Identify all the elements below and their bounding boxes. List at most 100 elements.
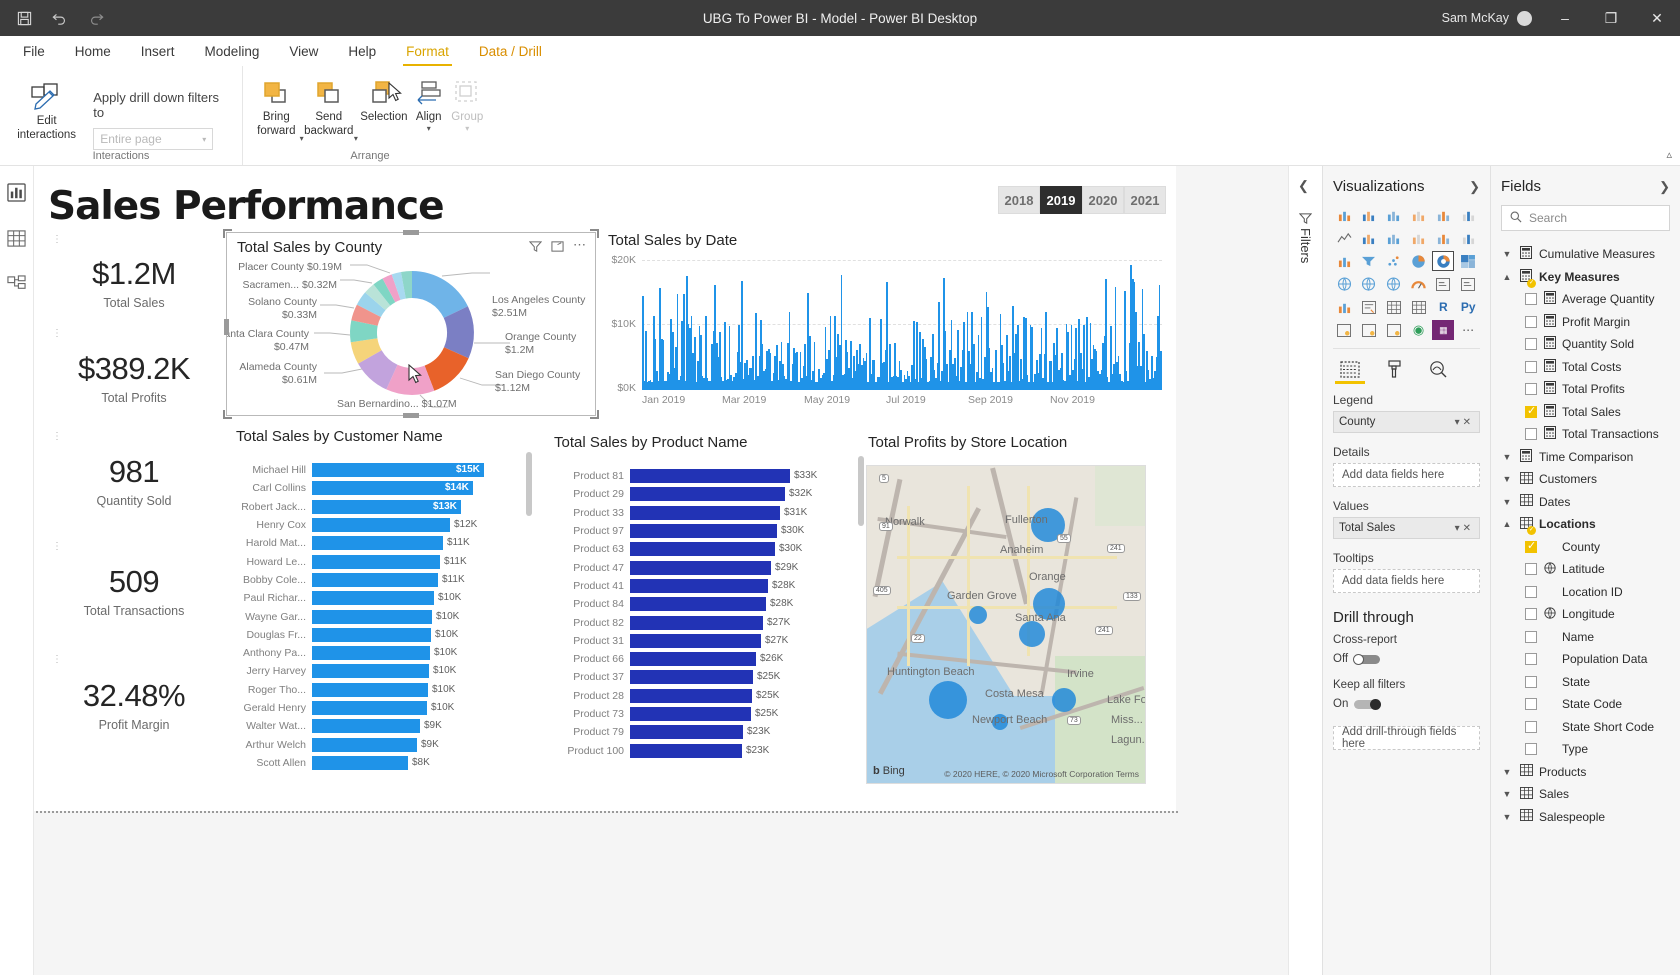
visual-type-clustered-column-chart[interactable] — [1408, 205, 1430, 225]
chevron-down-icon[interactable]: ▼ — [1501, 452, 1513, 462]
bar-row[interactable]: Product 28 $25K — [552, 687, 852, 705]
visual-type-line-stacked-column-chart[interactable] — [1408, 228, 1430, 248]
field-item-state-short-code[interactable]: State Short Code — [1501, 716, 1670, 739]
bar-row[interactable]: Walter Wat... $9K — [234, 717, 524, 735]
well-tooltips[interactable]: Add data fields here — [1333, 569, 1480, 593]
field-item-longitude[interactable]: Longitude — [1501, 603, 1670, 626]
field-checkbox[interactable] — [1525, 608, 1537, 621]
fields-table-sales[interactable]: ▼ Sales — [1501, 783, 1670, 806]
bar-row[interactable]: Product 100 $23K — [552, 741, 852, 759]
slicer-option-2019[interactable]: 2019 — [1040, 186, 1082, 214]
bar[interactable] — [630, 487, 785, 502]
field-item-total-profits[interactable]: Total Profits — [1501, 378, 1670, 401]
visual-type-100-stacked-bar-chart[interactable] — [1432, 205, 1454, 225]
chevron-down-icon[interactable]: ▼ — [1501, 249, 1513, 259]
bar-row[interactable]: Product 37 $25K — [552, 668, 852, 686]
bar[interactable] — [630, 524, 777, 539]
date-column[interactable] — [1045, 312, 1047, 390]
field-checkbox[interactable] — [1525, 720, 1537, 733]
field-item-total-sales[interactable]: Total Sales — [1501, 401, 1670, 424]
kpi-card-total-profits[interactable]: $389.2K Total Profits — [44, 351, 224, 405]
ribbon-tab-home[interactable]: Home — [60, 40, 126, 66]
bar-row[interactable]: Bobby Cole... $11K — [234, 571, 524, 589]
visual-type-line-clustered-column-chart[interactable] — [1432, 228, 1454, 248]
ribbon-tab-file[interactable]: File — [8, 40, 60, 66]
keep-all-filters-toggle[interactable]: On — [1333, 698, 1480, 710]
visual-type-multi-row-card[interactable] — [1432, 274, 1454, 294]
map-bubble[interactable] — [969, 606, 987, 624]
date-column[interactable] — [938, 302, 940, 390]
bar[interactable] — [312, 536, 443, 551]
fields-table-time-comparison[interactable]: ▼ Time Comparison — [1501, 446, 1670, 469]
bar-row[interactable]: Robert Jack... $13K — [234, 498, 524, 516]
align-button[interactable]: Align ▾ — [410, 72, 448, 134]
sidebar-item-model-view[interactable] — [5, 272, 29, 296]
bar-row[interactable]: Anthony Pa... $10K — [234, 644, 524, 662]
visual-type-card[interactable] — [1457, 274, 1479, 294]
field-checkbox[interactable] — [1525, 630, 1537, 643]
bar-row[interactable]: Carl Collins $14K — [234, 479, 524, 497]
bar[interactable] — [630, 469, 790, 484]
field-checkbox[interactable] — [1525, 743, 1537, 756]
well-values-controls[interactable]: ▾✕ — [1455, 523, 1474, 534]
field-checkbox[interactable] — [1525, 293, 1537, 306]
bar-row[interactable]: Roger Tho... $10K — [234, 681, 524, 699]
bar-row[interactable]: Wayne Gar... $10K — [234, 607, 524, 625]
chevron-up-icon[interactable]: ▲ — [1501, 272, 1513, 282]
bar-row[interactable]: Product 29 $32K — [552, 485, 852, 503]
bar[interactable] — [630, 542, 775, 557]
visual-type-q-and-a[interactable] — [1383, 320, 1405, 340]
date-column[interactable] — [788, 312, 791, 390]
bar[interactable] — [630, 615, 763, 630]
bar[interactable] — [312, 719, 420, 734]
bar-row[interactable]: Product 66 $26K — [552, 650, 852, 668]
visual-type-matrix[interactable] — [1408, 297, 1430, 317]
fields-table-dates[interactable]: ▼ Dates — [1501, 491, 1670, 514]
bar[interactable] — [312, 591, 434, 606]
bar[interactable] — [312, 701, 427, 715]
field-checkbox[interactable] — [1525, 315, 1537, 328]
date-column[interactable] — [963, 322, 966, 390]
kpi-card-total-transactions[interactable]: 509 Total Transactions — [44, 564, 224, 618]
visual-total-sales-by-product-name[interactable]: Total Sales by Product Name Product 81 $3… — [552, 434, 864, 760]
well-legend[interactable]: County ▾✕ — [1333, 411, 1480, 433]
field-checkbox[interactable] — [1525, 675, 1537, 688]
bar[interactable] — [312, 572, 438, 587]
chevron-down-icon[interactable]: ▼ — [1501, 474, 1513, 484]
visual-type-treemap[interactable] — [1457, 251, 1479, 271]
field-checkbox[interactable] — [1525, 360, 1537, 373]
field-checkbox[interactable] — [1525, 383, 1537, 396]
date-column[interactable] — [1160, 351, 1162, 390]
minimize-button[interactable]: – — [1542, 0, 1588, 36]
field-item-name[interactable]: Name — [1501, 626, 1670, 649]
ribbon-tab-data-drill[interactable]: Data / Drill — [464, 40, 557, 66]
field-item-latitude[interactable]: Latitude — [1501, 558, 1670, 581]
resize-handle-n[interactable] — [403, 230, 419, 235]
visual-type-more-visuals[interactable]: ⋯ — [1457, 320, 1479, 340]
bar-row[interactable]: Douglas Fr... $10K — [234, 626, 524, 644]
chevron-left-icon[interactable]: ❮ — [1298, 178, 1309, 194]
slicer-option-2021[interactable]: 2021 — [1124, 186, 1166, 214]
send-backward-button[interactable]: Send backward — [304, 72, 354, 139]
well-drillthrough-fields[interactable]: Add drill-through fields here — [1333, 726, 1480, 750]
bar-row[interactable]: Product 47 $29K — [552, 558, 852, 576]
cross-report-toggle[interactable]: Off — [1333, 653, 1480, 665]
bar[interactable] — [630, 688, 752, 703]
visual-type-slicer[interactable] — [1358, 297, 1380, 317]
visual-type-kpi[interactable] — [1333, 297, 1355, 317]
field-item-profit-margin[interactable]: Profit Margin — [1501, 311, 1670, 334]
field-item-county[interactable]: County — [1501, 536, 1670, 559]
collapse-ribbon-button[interactable]: ▵ — [1666, 148, 1672, 161]
redo-icon[interactable] — [86, 8, 106, 28]
focus-mode-icon[interactable] — [551, 240, 564, 256]
map-bubble[interactable] — [929, 681, 967, 719]
resize-handle-ne[interactable] — [590, 229, 599, 238]
map-bubble[interactable] — [1052, 688, 1076, 712]
bar[interactable] — [630, 633, 761, 648]
visual-total-sales-by-customer-name[interactable]: Total Sales by Customer Name Michael Hil… — [234, 428, 532, 772]
bar-row[interactable]: Scott Allen $8K — [234, 754, 524, 772]
date-column[interactable] — [642, 295, 644, 390]
field-item-quantity-sold[interactable]: Quantity Sold — [1501, 333, 1670, 356]
visual-type-stacked-bar-chart[interactable] — [1333, 205, 1355, 225]
visual-total-sales-by-date[interactable]: Total Sales by Date $20K $10K $0K Jan 20… — [604, 232, 1164, 407]
